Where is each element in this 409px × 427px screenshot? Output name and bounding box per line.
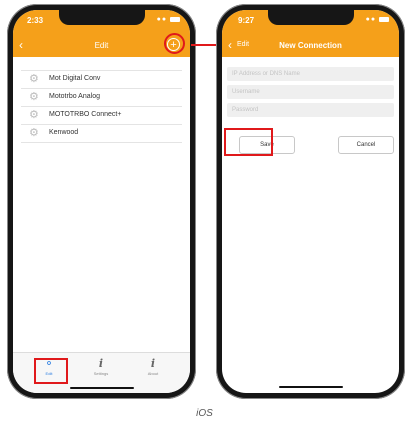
nav-bar: ‹ Edit + <box>13 33 190 57</box>
page-title: New Connection <box>279 41 342 50</box>
list-item-label: MOTOTRBO Connect+ <box>49 111 122 118</box>
notch <box>267 10 354 25</box>
highlight-box-edit-tab <box>34 358 68 384</box>
status-icons: ●● <box>157 16 180 23</box>
right-phone: 9:27 ●● ‹ Edit New Connection IP Address… <box>216 4 405 399</box>
password-field[interactable]: Password <box>227 103 394 117</box>
notch <box>58 10 145 25</box>
nav-bar: ‹ Edit New Connection <box>222 35 399 57</box>
list-item[interactable]: ⚙ Mototrbo Analog <box>21 89 182 107</box>
list-item-label: Mototrbo Analog <box>49 93 100 100</box>
right-screen: 9:27 ●● ‹ Edit New Connection IP Address… <box>222 10 399 393</box>
connection-list: ⚙ Mot Digital Conv ⚙ Mototrbo Analog ⚙ M… <box>21 70 182 143</box>
status-time: 9:27 <box>238 16 255 25</box>
gear-icon: ⚙ <box>29 91 39 103</box>
nav-header: 2:33 ●● ‹ Edit + <box>13 10 190 57</box>
list-item[interactable]: ⚙ Mot Digital Conv <box>21 71 182 89</box>
info-icon: i <box>150 357 156 370</box>
gear-icon: ⚙ <box>29 127 39 139</box>
list-item-label: Mot Digital Conv <box>49 75 101 82</box>
address-field[interactable]: IP Address or DNS Name <box>227 67 394 81</box>
status-time: 2:33 <box>27 16 44 25</box>
highlight-box-save <box>224 128 273 156</box>
tab-label: Settings <box>93 371 109 376</box>
tab-label: About <box>147 371 159 376</box>
gear-icon: ⚙ <box>29 109 39 121</box>
list-item-label: Kenwood <box>49 129 79 136</box>
username-field[interactable]: Username <box>227 85 394 99</box>
home-indicator <box>278 386 343 388</box>
list-item[interactable]: ⚙ Kenwood <box>21 125 182 143</box>
nav-header: 9:27 ●● ‹ Edit New Connection <box>222 10 399 57</box>
gear-icon: ⚙ <box>29 73 39 85</box>
left-phone: 2:33 ●● ‹ Edit + ⚙ Mot Digital Conv ⚙ Mo… <box>7 4 196 399</box>
home-indicator <box>69 387 134 389</box>
list-item[interactable]: ⚙ MOTOTRBO Connect+ <box>21 107 182 125</box>
highlight-circle <box>164 33 185 54</box>
tab-settings[interactable]: i Settings <box>79 357 123 376</box>
cancel-button[interactable]: Cancel <box>338 136 394 154</box>
battery-icon <box>379 16 389 22</box>
status-icons: ●● <box>366 16 389 23</box>
left-screen: 2:33 ●● ‹ Edit + ⚙ Mot Digital Conv ⚙ Mo… <box>13 10 190 393</box>
tab-about[interactable]: i About <box>131 357 175 376</box>
info-icon: i <box>98 357 104 370</box>
battery-icon <box>170 16 180 22</box>
platform-caption: iOS <box>196 408 213 419</box>
